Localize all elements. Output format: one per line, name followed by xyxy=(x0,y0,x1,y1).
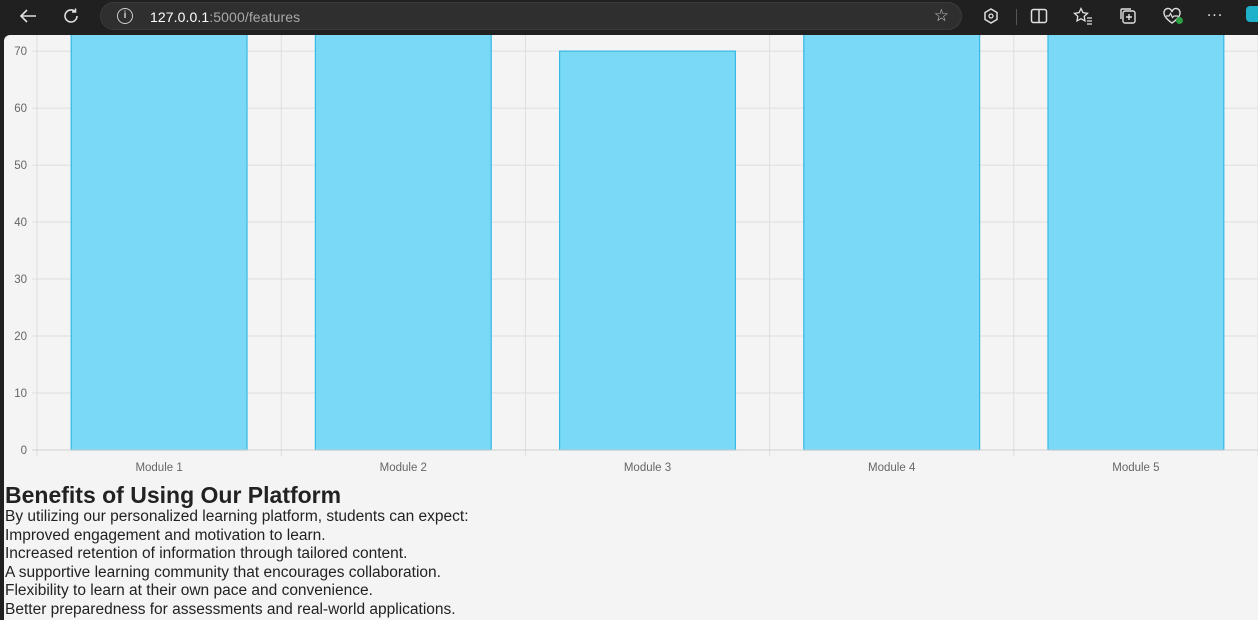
status-dot xyxy=(1176,17,1183,24)
bar xyxy=(803,35,981,451)
benefit-item: Increased retention of information throu… xyxy=(5,545,408,563)
url-text: 127.0.0.1:5000/features xyxy=(150,9,300,25)
page-content: 0 10 20 30 40 50 60 70 Module 1 Module 2 Module 3 M… xyxy=(4,35,1258,620)
bar xyxy=(558,50,737,451)
benefit-item: Better preparedness for assessments and … xyxy=(5,600,456,618)
benefits-section: Benefits of Using Our Platform By utiliz… xyxy=(5,482,469,620)
x-tick-label: Module 4 xyxy=(868,462,916,474)
copilot-icon[interactable] xyxy=(1246,6,1258,22)
extensions-icon[interactable] xyxy=(978,4,1004,28)
address-bar[interactable]: i 127.0.0.1:5000/features ☆ xyxy=(100,2,962,30)
url-path: :5000/features xyxy=(209,9,301,25)
y-tick-label: 70 xyxy=(14,46,27,58)
x-tick-label: Module 5 xyxy=(1112,462,1159,474)
refresh-icon[interactable] xyxy=(58,4,84,28)
y-tick-label: 50 xyxy=(14,160,27,172)
site-info-icon[interactable]: i xyxy=(117,8,133,24)
favorite-star-icon[interactable]: ☆ xyxy=(934,6,949,26)
benefits-list: Improved engagement and motivation to le… xyxy=(5,527,469,620)
benefit-item: Flexibility to learn at their own pace a… xyxy=(5,582,373,600)
x-tick-label: Module 3 xyxy=(624,462,671,474)
url-host: 127.0.0.1 xyxy=(150,9,210,25)
y-tick-label: 0 xyxy=(21,445,27,457)
y-tick-label: 20 xyxy=(14,331,27,343)
y-tick-label: 30 xyxy=(14,274,27,286)
browser-toolbar: i 127.0.0.1:5000/features ☆ ··· xyxy=(0,0,1258,34)
split-screen-icon[interactable] xyxy=(1026,4,1052,28)
browser-essentials-icon[interactable] xyxy=(1159,4,1185,28)
benefit-item: Improved engagement and motivation to le… xyxy=(5,526,326,544)
collections-icon[interactable] xyxy=(1115,4,1141,28)
bar xyxy=(1047,35,1225,451)
more-icon[interactable]: ··· xyxy=(1202,4,1228,28)
module-bar-chart: 0 10 20 30 40 50 60 70 Module 1 Module 2 Module 3 M… xyxy=(14,35,1258,474)
y-tick-label: 40 xyxy=(14,217,27,229)
y-tick-label: 10 xyxy=(14,388,27,400)
x-tick-label: Module 1 xyxy=(135,462,182,474)
y-tick-label: 60 xyxy=(14,103,27,115)
benefits-intro: By utilizing our personalized learning p… xyxy=(5,508,469,525)
favorites-icon[interactable] xyxy=(1070,4,1096,28)
bar xyxy=(70,35,248,451)
benefits-title: Benefits of Using Our Platform xyxy=(5,482,342,508)
toolbar-separator xyxy=(1016,9,1017,25)
bar xyxy=(314,35,492,451)
back-arrow-icon[interactable] xyxy=(15,4,41,28)
x-tick-label: Module 2 xyxy=(380,462,427,474)
benefit-item: A supportive learning community that enc… xyxy=(5,563,441,581)
